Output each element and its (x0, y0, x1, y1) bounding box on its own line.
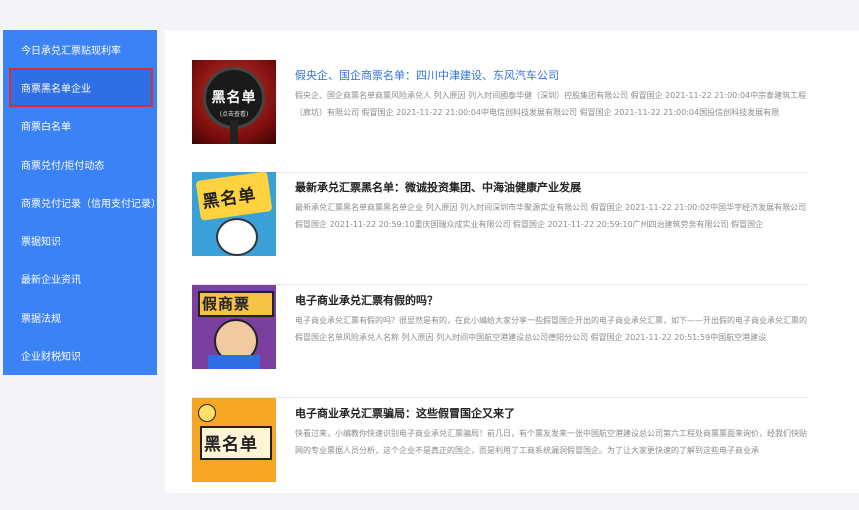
stamp-handle-icon (230, 120, 238, 144)
sidebar-item-tax-knowledge[interactable]: 企业财税知识 (3, 336, 157, 374)
thumb-label: 黑名单 (211, 89, 257, 106)
article-title[interactable]: 电子商业承兑汇票有假的吗？ (295, 292, 438, 308)
article-excerpt: 最新承兑汇票黑名单商票黑名单企业 列入原因 列入时间深圳市华聚源实业有限公司 假… (295, 203, 807, 229)
sidebar-item-payment-news[interactable]: 商票兑付/拒付动态 (3, 145, 157, 183)
article-excerpt: 电子商业承兑汇票有假的吗？很显然是有的，在此小编给大家分享一些假冒国企开出的电子… (295, 316, 807, 342)
sidebar-item-regulations[interactable]: 票据法规 (3, 298, 157, 336)
list-item: 黑名单 (点击查看) 假央企、国企商票名单：四川中津建设、东风汽车公司 假央企、… (192, 60, 808, 173)
thumb-label: 黑名单 (204, 435, 258, 455)
article-excerpt: 快看过来，小编教你快速识别电子商业承兑汇票骗局！前几日，有个票友发来一张中国航空… (295, 429, 807, 455)
sidebar: 今日承兑汇票贴现利率 商票黑名单企业 商票白名单 商票兑付/拒付动态 商票兑付记… (3, 30, 161, 375)
list-item: 假商票 电子商业承兑汇票有假的吗？ 电子商业承兑汇票有假的吗？很显然是有的，在此… (192, 285, 808, 398)
article-excerpt: 假央企、国企商票名单商票风险承兑人 列入原因 列入时间國泰华健（深圳）控股集团有… (295, 91, 807, 117)
cartoon-face-icon (216, 218, 258, 256)
article-thumbnail[interactable]: 黑名单 (192, 172, 276, 256)
emoji-face-icon (198, 404, 216, 422)
list-item: 黑名单 最新承兑汇票黑名单：微诚投资集团、中海油健康产业发展 最新承兑汇票黑名单… (192, 172, 808, 285)
article-title[interactable]: 最新承兑汇票黑名单：微诚投资集团、中海油健康产业发展 (295, 179, 581, 195)
sidebar-item-blacklist[interactable]: 商票黑名单企业 (9, 68, 153, 107)
sidebar-item-company-news[interactable]: 最新企业资讯 (3, 260, 157, 298)
article-title[interactable]: 假央企、国企商票名单：四川中津建设、东风汽车公司 (295, 67, 559, 83)
thumb-sublabel: (点击查看) (219, 110, 249, 118)
article-title[interactable]: 电子商业承兑汇票骗局：这些假冒国企又来了 (295, 405, 515, 421)
sidebar-item-discount-rate[interactable]: 今日承兑汇票贴现利率 (3, 30, 157, 68)
sidebar-item-whitelist[interactable]: 商票白名单 (3, 107, 157, 145)
sidebar-item-bill-knowledge[interactable]: 票据知识 (3, 221, 157, 259)
article-list: 黑名单 (点击查看) 假央企、国企商票名单：四川中津建设、东风汽车公司 假央企、… (165, 30, 859, 493)
article-thumbnail[interactable]: 假商票 (192, 285, 276, 369)
article-thumbnail[interactable]: 黑名单 (192, 398, 276, 482)
article-thumbnail[interactable]: 黑名单 (点击查看) (192, 60, 276, 144)
list-item: 黑名单 电子商业承兑汇票骗局：这些假冒国企又来了 快看过来，小编教你快速识别电子… (192, 398, 808, 510)
thumb-label: 假商票 (202, 295, 251, 313)
sidebar-item-payment-records[interactable]: 商票兑付记录（信用支付记录） (3, 183, 161, 221)
